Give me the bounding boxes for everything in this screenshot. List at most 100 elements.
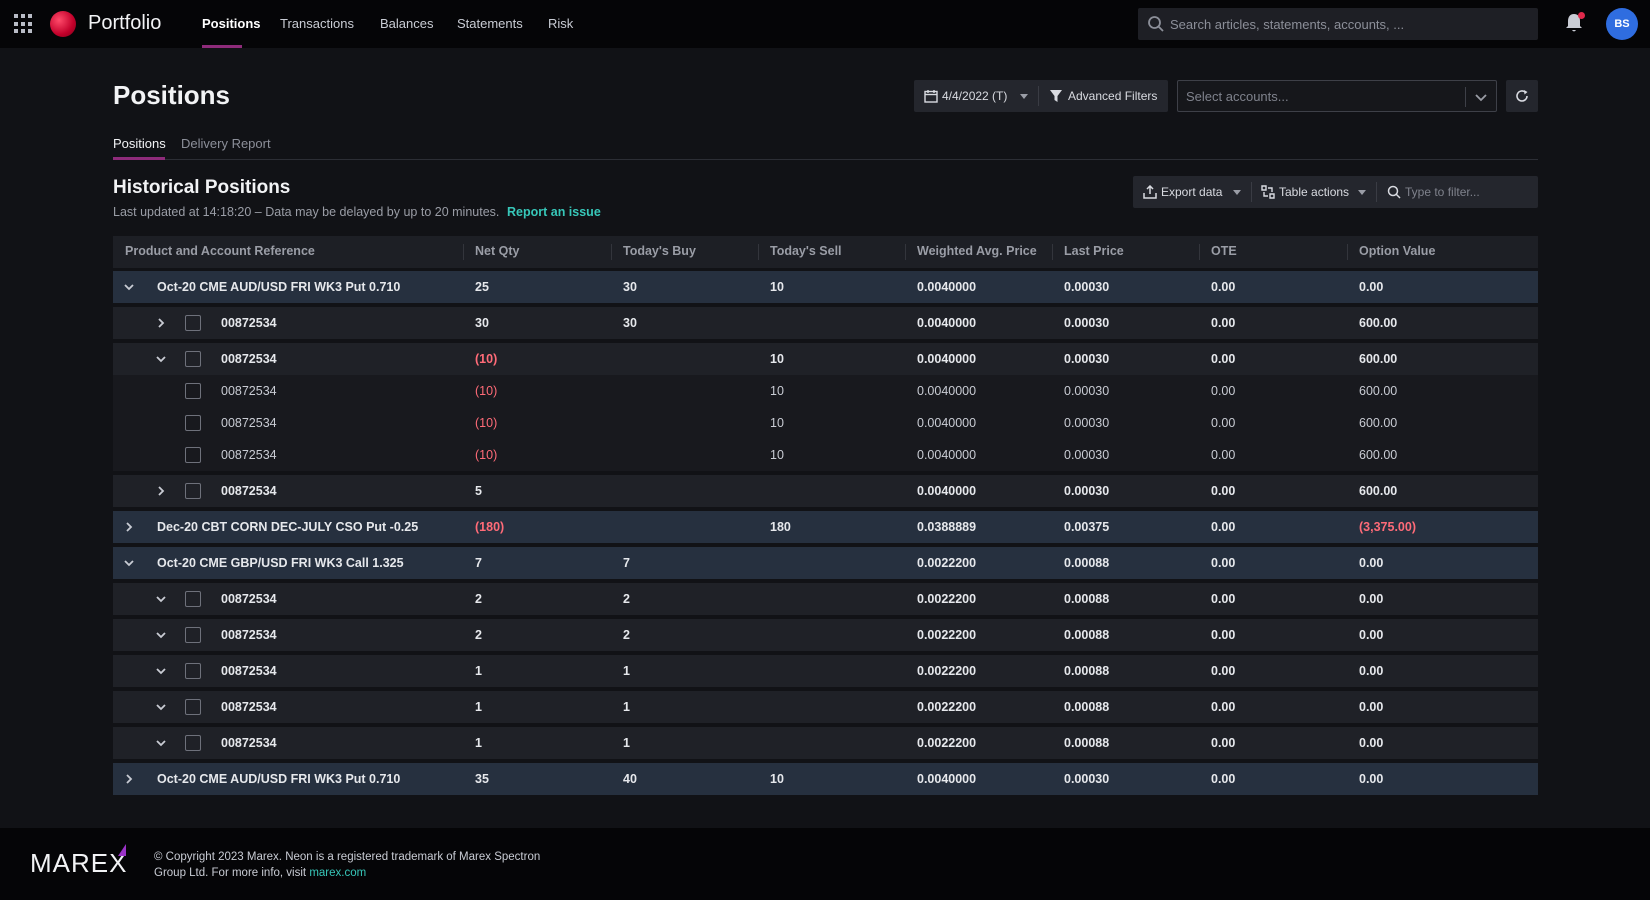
- global-search: [1138, 8, 1538, 40]
- table-group-row[interactable]: Dec-20 CBT CORN DEC-JULY CSO Put -0.25 (1…: [113, 511, 1538, 543]
- row-checkbox[interactable]: [185, 699, 201, 715]
- chevron-down-icon[interactable]: [1474, 90, 1488, 104]
- col-todays-buy-header[interactable]: Today's Buy: [623, 244, 696, 258]
- chevron-right-icon[interactable]: [122, 520, 136, 534]
- last-updated-text: Last updated at 14:18:20 – Data may be d…: [113, 205, 500, 219]
- marex-logo[interactable]: MAREX: [30, 844, 126, 878]
- table-row[interactable]: 00872534 1 1 0.0022200 0.00088 0.00 0.00: [113, 727, 1538, 759]
- tab-delivery-report[interactable]: Delivery Report: [181, 136, 271, 151]
- col-option-value-header[interactable]: Option Value: [1359, 244, 1435, 258]
- export-icon[interactable]: [1143, 185, 1157, 199]
- col-todays-sell-header[interactable]: Today's Sell: [770, 244, 842, 258]
- column-divider: [1052, 244, 1053, 260]
- col-net-qty-header[interactable]: Net Qty: [475, 244, 519, 258]
- table-row[interactable]: 00872534 2 2 0.0022200 0.00088 0.00 0.00: [113, 619, 1538, 651]
- row-checkbox[interactable]: [185, 663, 201, 679]
- account-select[interactable]: Select accounts...: [1177, 80, 1497, 112]
- chevron-down-icon[interactable]: [154, 736, 168, 750]
- chevron-right-icon[interactable]: [154, 316, 168, 330]
- row-checkbox[interactable]: [185, 483, 201, 499]
- chevron-down-icon[interactable]: [122, 280, 136, 294]
- col-net-qty-cell: (10): [475, 384, 498, 398]
- table-group-row[interactable]: Oct-20 CME AUD/USD FRI WK3 Put 0.710 25 30…: [113, 271, 1538, 303]
- table-filter-input[interactable]: [1405, 176, 1533, 208]
- col-ote-cell: 0.00: [1211, 556, 1236, 570]
- row-checkbox[interactable]: [185, 447, 201, 463]
- chevron-down-icon[interactable]: [122, 556, 136, 570]
- marex-link[interactable]: marex.com: [309, 867, 366, 879]
- table-row[interactable]: 00872534 1 1 0.0022200 0.00088 0.00 0.00: [113, 655, 1538, 687]
- marex-logo-accent-icon: [118, 844, 126, 856]
- col-net-qty-cell: 1: [475, 736, 482, 750]
- row-checkbox[interactable]: [185, 315, 201, 331]
- top-nav: Portfolio Positions Transactions Balance…: [0, 0, 1650, 48]
- table-row[interactable]: 00872534 (10) 10 0.0040000 0.00030 0.00 600.00: [113, 343, 1538, 375]
- caret-down-icon[interactable]: [1233, 190, 1241, 195]
- chevron-down-icon[interactable]: [154, 664, 168, 678]
- chevron-down-icon[interactable]: [154, 628, 168, 642]
- report-issue-link[interactable]: Report an issue: [507, 205, 601, 219]
- col-last-price-cell: 0.00088: [1064, 628, 1110, 642]
- col-ote-cell: 0.00: [1211, 416, 1236, 430]
- chevron-down-icon[interactable]: [154, 352, 168, 366]
- advanced-filters-button[interactable]: Advanced Filters: [1068, 89, 1157, 103]
- row-checkbox[interactable]: [185, 591, 201, 607]
- nav-item-balances[interactable]: Balances: [380, 16, 433, 31]
- col-product-account-cell: 00872534: [221, 484, 277, 498]
- tab-positions[interactable]: Positions: [113, 136, 166, 151]
- table-row[interactable]: 00872534 2 2 0.0022200 0.00088 0.00 0.00: [113, 583, 1538, 615]
- col-option-value-cell: 0.00: [1359, 772, 1384, 786]
- col-todays-buy-cell: 30: [623, 280, 637, 294]
- table-row[interactable]: 00872534 (10) 10 0.0040000 0.00030 0.00 600.00: [113, 439, 1538, 471]
- col-ote-header[interactable]: OTE: [1211, 244, 1237, 258]
- col-todays-sell-cell: 10: [770, 352, 784, 366]
- chevron-right-icon[interactable]: [154, 484, 168, 498]
- avatar[interactable]: BS: [1606, 8, 1638, 40]
- table-row[interactable]: 00872534 1 1 0.0022200 0.00088 0.00 0.00: [113, 691, 1538, 723]
- col-product-account-header[interactable]: Product and Account Reference: [125, 244, 315, 258]
- caret-down-icon[interactable]: [1358, 190, 1366, 195]
- search-input[interactable]: [1170, 8, 1530, 40]
- nav-item-risk[interactable]: Risk: [548, 16, 573, 31]
- table-row[interactable]: 00872534 5 0.0040000 0.00030 0.00 600.00: [113, 475, 1538, 507]
- chevron-right-icon[interactable]: [122, 772, 136, 786]
- row-checkbox[interactable]: [185, 627, 201, 643]
- table-actions-icon[interactable]: [1261, 185, 1275, 199]
- col-last-price-cell: 0.00088: [1064, 556, 1110, 570]
- table-row[interactable]: 00872534 (10) 10 0.0040000 0.00030 0.00 600.00: [113, 375, 1538, 407]
- table-group-row[interactable]: Oct-20 CME GBP/USD FRI WK3 Call 1.325 7 7 0…: [113, 547, 1538, 579]
- col-last-price-cell: 0.00030: [1064, 448, 1110, 462]
- nav-item-positions[interactable]: Positions: [202, 16, 261, 31]
- nav-item-statements[interactable]: Statements: [457, 16, 523, 31]
- export-data-button[interactable]: Export data: [1161, 185, 1222, 199]
- chevron-down-icon[interactable]: [154, 700, 168, 714]
- col-net-qty-cell: (180): [475, 520, 505, 534]
- caret-down-icon[interactable]: [1020, 94, 1028, 99]
- filter-funnel-icon[interactable]: [1049, 89, 1063, 103]
- apps-grid-icon[interactable]: [14, 14, 34, 34]
- row-checkbox[interactable]: [185, 415, 201, 431]
- table-row[interactable]: 00872534 30 30 0.0040000 0.00030 0.00 600.00: [113, 307, 1538, 339]
- col-last-price-header[interactable]: Last Price: [1064, 244, 1124, 258]
- col-product-account-cell: 00872534: [221, 736, 277, 750]
- col-weighted-avg-price-header[interactable]: Weighted Avg. Price: [917, 244, 1037, 258]
- nav-item-transactions[interactable]: Transactions: [280, 16, 354, 31]
- col-weighted-avg-price-cell: 0.0040000: [917, 280, 977, 294]
- col-weighted-avg-price-cell: 0.0022200: [917, 736, 977, 750]
- col-product-account-cell: Oct-20 CME GBP/USD FRI WK3 Call 1.325: [157, 556, 404, 570]
- row-checkbox[interactable]: [185, 383, 201, 399]
- row-checkbox[interactable]: [185, 351, 201, 367]
- calendar-icon[interactable]: [924, 89, 938, 103]
- chevron-down-icon[interactable]: [154, 592, 168, 606]
- col-product-account-cell: 00872534: [221, 352, 277, 366]
- table-group-row[interactable]: Oct-20 CME AUD/USD FRI WK3 Put 0.710 35 40…: [113, 763, 1538, 795]
- row-checkbox[interactable]: [185, 735, 201, 751]
- date-selector[interactable]: 4/4/2022 (T): [942, 89, 1007, 103]
- refresh-button[interactable]: [1506, 80, 1538, 112]
- divider: [1376, 182, 1377, 202]
- table-row[interactable]: 00872534 (10) 10 0.0040000 0.00030 0.00 600.00: [113, 407, 1538, 439]
- table-actions-button[interactable]: Table actions: [1279, 185, 1349, 199]
- col-weighted-avg-price-cell: 0.0040000: [917, 484, 977, 498]
- col-last-price-cell: 0.00088: [1064, 592, 1110, 606]
- column-divider: [611, 244, 612, 260]
